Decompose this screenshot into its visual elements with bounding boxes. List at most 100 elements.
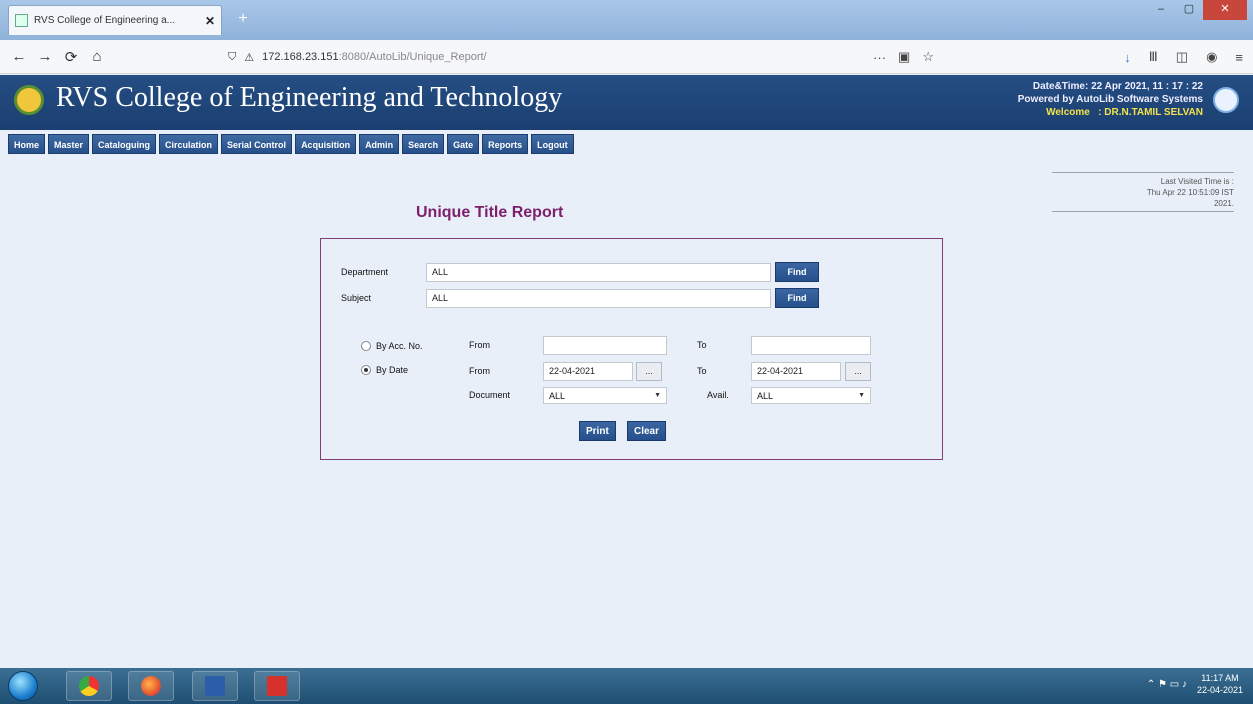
subject-label: Subject <box>341 293 372 303</box>
tray-icons[interactable]: ⌃ ⚑ ▭ ♪ <box>1147 679 1187 690</box>
browser-titlebar: RVS College of Engineering a... ✕ + ‒ ▢ … <box>0 0 1253 40</box>
window-controls: ‒ ▢ ✕ <box>1147 0 1247 20</box>
acc-to-label: To <box>697 340 707 350</box>
windows-taskbar: ⌃ ⚑ ▭ ♪ 11:17 AM 22-04-2021 <box>0 668 1253 704</box>
menu-circulation[interactable]: Circulation <box>159 134 219 154</box>
main-menu: Home Master Cataloguing Circulation Seri… <box>8 134 574 154</box>
chevron-down-icon: ▼ <box>858 392 865 399</box>
sidebar-icon[interactable]: ◫ <box>1176 49 1188 65</box>
chevron-down-icon: ▼ <box>654 392 661 399</box>
find-department-button[interactable]: Find <box>775 262 819 282</box>
last-visited-value: Thu Apr 22 10:51:09 IST <box>1146 188 1234 197</box>
site-header: RVS College of Engineering and Technolog… <box>0 75 1253 130</box>
avail-selected: ALL <box>757 390 774 401</box>
last-visited-label: Last Visited Time is : <box>1160 177 1234 186</box>
firefox-icon <box>141 676 161 696</box>
by-date-label: By Date <box>376 365 409 375</box>
browser-tab[interactable]: RVS College of Engineering a... ✕ <box>8 5 222 35</box>
reload-button[interactable]: ⟳ <box>58 48 84 66</box>
date-from-calendar-button[interactable]: ... <box>636 362 662 381</box>
lock-warning-icon[interactable]: ⚠ <box>244 51 254 64</box>
powered-by: Powered by AutoLib Software Systems <box>1017 94 1203 105</box>
date-to-field[interactable]: 22-04-2021 <box>751 362 841 381</box>
department-field[interactable]: ALL <box>426 263 771 282</box>
date-to-calendar-button[interactable]: ... <box>845 362 871 381</box>
menu-logout[interactable]: Logout <box>531 134 574 154</box>
taskbar-chrome[interactable] <box>66 671 112 701</box>
menu-acquisition[interactable]: Acquisition <box>295 134 357 154</box>
date-from-field[interactable]: 22-04-2021 <box>543 362 633 381</box>
radio-by-date[interactable]: By Date <box>361 365 408 375</box>
browser-toolbar-right: ↓ Ⅲ ◫ ◉ ≡ <box>1124 45 1243 69</box>
datetime-value: 22 Apr 2021, 11 : 17 : 22 <box>1091 81 1203 92</box>
site-favicon-icon <box>15 14 28 27</box>
start-button-icon[interactable] <box>8 671 38 701</box>
page-actions-icon[interactable]: ··· <box>873 50 886 65</box>
address-bar[interactable]: ⛉ ⚠ 172.168.23.151:8080/AutoLib/Unique_R… <box>222 45 942 69</box>
acc-from-field[interactable] <box>543 336 667 355</box>
clock-date: 22-04-2021 <box>1196 685 1243 695</box>
browser-navbar: ← → ⟳ ⌂ ⛉ ⚠ 172.168.23.151:8080/AutoLib/… <box>0 40 1253 74</box>
system-clock[interactable]: 11:17 AM 22-04-2021 <box>1197 672 1243 696</box>
url-host: 172.168.23.151 <box>262 51 339 63</box>
shield-icon[interactable]: ⛉ <box>228 51 236 64</box>
maximize-button[interactable]: ▢ <box>1175 0 1203 20</box>
taskbar-word[interactable] <box>192 671 238 701</box>
tab-close-icon[interactable]: ✕ <box>205 14 215 28</box>
menu-master[interactable]: Master <box>48 134 90 154</box>
last-visited-box: Last Visited Time is : Thu Apr 22 10:51:… <box>1052 172 1234 212</box>
clear-button[interactable]: Clear <box>627 421 667 441</box>
url-actions: ··· ▣ ☆ <box>873 45 934 69</box>
hamburger-menu-icon[interactable]: ≡ <box>1235 50 1243 65</box>
radio-dot[interactable] <box>361 341 371 351</box>
print-button[interactable]: Print <box>579 421 616 441</box>
minimize-button[interactable]: ‒ <box>1147 0 1175 20</box>
pocket-icon[interactable]: ▣ <box>898 49 910 65</box>
menu-admin[interactable]: Admin <box>359 134 400 154</box>
url-text: 172.168.23.151:8080/AutoLib/Unique_Repor… <box>262 51 486 63</box>
bookmark-star-icon[interactable]: ☆ <box>922 49 934 65</box>
menu-gate[interactable]: Gate <box>447 134 480 154</box>
datetime-label: Date&Time: <box>1032 81 1089 92</box>
menu-home[interactable]: Home <box>8 134 46 154</box>
radio-dot-selected[interactable] <box>361 365 371 375</box>
welcome-label: Welcome <box>1046 107 1090 118</box>
menu-serial-control[interactable]: Serial Control <box>221 134 293 154</box>
autolib-logo-icon <box>1213 87 1239 113</box>
avail-label: Avail. <box>707 390 729 400</box>
close-window-button[interactable]: ✕ <box>1203 0 1247 20</box>
by-acc-label: By Acc. No. <box>376 341 423 351</box>
forward-button[interactable]: → <box>32 48 58 65</box>
menu-cataloguing[interactable]: Cataloguing <box>92 134 157 154</box>
url-path: :8080/AutoLib/Unique_Report/ <box>338 51 487 63</box>
college-name: RVS College of Engineering and Technolog… <box>56 82 563 113</box>
find-subject-button[interactable]: Find <box>775 288 819 308</box>
home-button[interactable]: ⌂ <box>84 48 110 65</box>
back-button[interactable]: ← <box>6 48 32 65</box>
department-label: Department <box>341 267 389 277</box>
subject-field[interactable]: ALL <box>426 289 771 308</box>
library-icon[interactable]: Ⅲ <box>1149 49 1158 65</box>
report-form-panel: Department ALL Find Subject ALL Find By … <box>320 238 943 460</box>
acc-to-field[interactable] <box>751 336 871 355</box>
chrome-icon <box>79 676 99 696</box>
downloads-icon[interactable]: ↓ <box>1124 50 1131 65</box>
taskbar-firefox[interactable] <box>128 671 174 701</box>
new-tab-button[interactable]: + <box>232 10 254 30</box>
menu-search[interactable]: Search <box>402 134 445 154</box>
acrobat-icon <box>267 676 287 696</box>
date-from-label: From <box>469 366 490 376</box>
system-tray: ⌃ ⚑ ▭ ♪ 11:17 AM 22-04-2021 <box>1147 672 1243 696</box>
document-select[interactable]: ALL ▼ <box>543 387 667 404</box>
college-logo-icon <box>14 85 44 115</box>
taskbar-acrobat[interactable] <box>254 671 300 701</box>
header-info: Date&Time: 22 Apr 2021, 11 : 17 : 22 Pow… <box>1018 80 1203 119</box>
radio-by-acc-no[interactable]: By Acc. No. <box>361 341 423 351</box>
document-label: Document <box>469 390 511 400</box>
menu-reports[interactable]: Reports <box>482 134 529 154</box>
last-visited-year: 2021. <box>1213 199 1234 208</box>
avail-select[interactable]: ALL ▼ <box>751 387 871 404</box>
acc-from-label: From <box>469 340 490 350</box>
account-icon[interactable]: ◉ <box>1206 49 1217 65</box>
page-title: Unique Title Report <box>416 204 564 221</box>
